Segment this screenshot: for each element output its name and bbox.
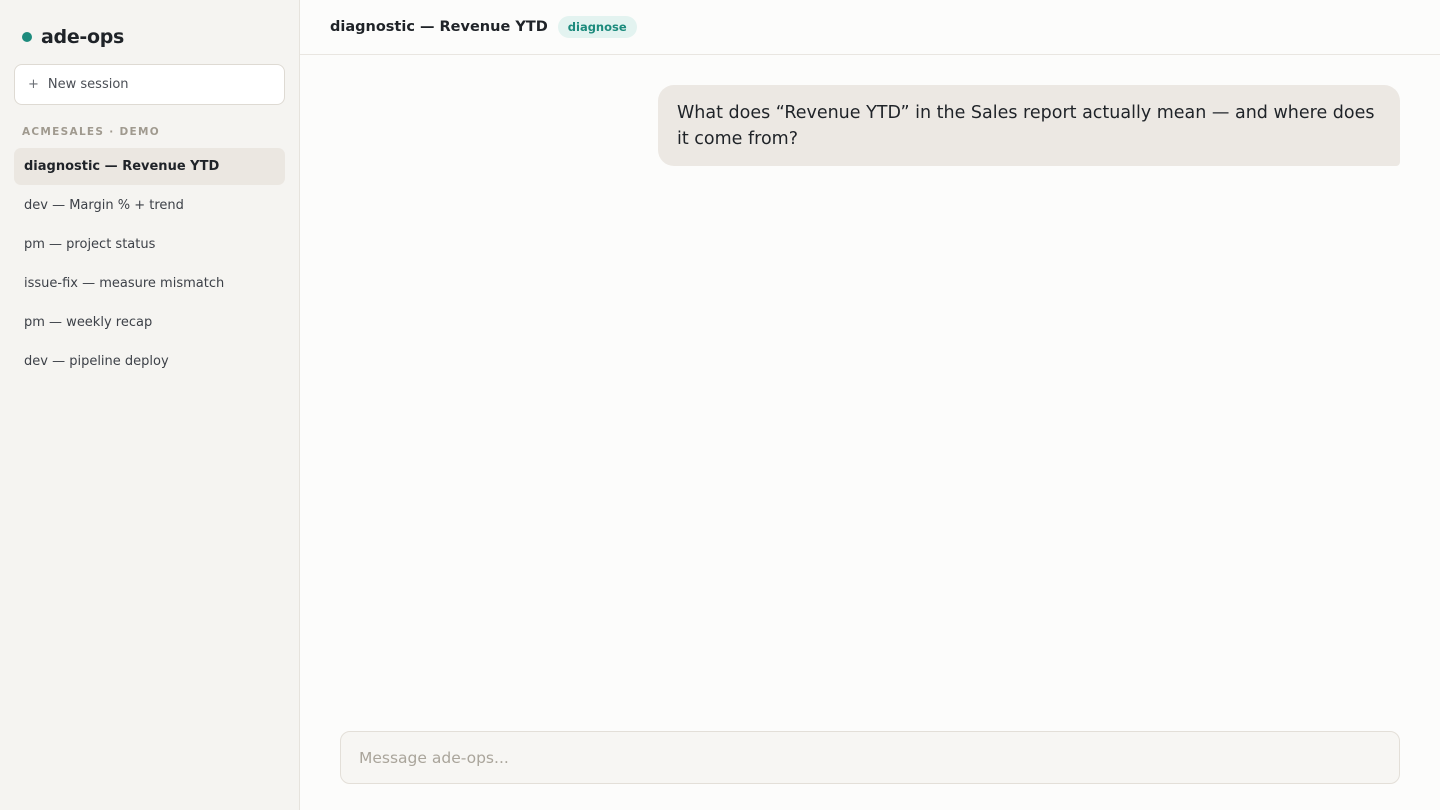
user-message: What does “Revenue YTD” in the Sales rep… xyxy=(658,85,1400,166)
sidebar: ade-ops + New session ACMESALES · DEMO d… xyxy=(0,0,300,810)
chat-header: diagnostic — Revenue YTD diagnose xyxy=(300,0,1440,55)
new-session-button[interactable]: + New session xyxy=(14,64,285,105)
session-item-issue-fix-measure-mismatch[interactable]: issue-fix — measure mismatch xyxy=(14,265,285,302)
brand: ade-ops xyxy=(22,26,124,48)
message-input[interactable] xyxy=(341,732,1399,783)
session-title: diagnostic — Revenue YTD xyxy=(330,19,548,35)
new-session-label: New session xyxy=(47,77,129,92)
app-name: ade-ops xyxy=(41,26,125,48)
plus-icon: + xyxy=(28,77,39,92)
composer xyxy=(340,731,1400,784)
session-item-pm-project-status[interactable]: pm — project status xyxy=(14,226,285,263)
status-dot-icon xyxy=(22,32,32,42)
session-item-pm-weekly-recap[interactable]: pm — weekly recap xyxy=(14,304,285,341)
workspace-label: ACMESALES · DEMO xyxy=(22,126,160,138)
session-item-dev-pipeline-deploy[interactable]: dev — pipeline deploy xyxy=(14,343,285,380)
session-list: diagnostic — Revenue YTD dev — Margin % … xyxy=(14,148,285,382)
session-item-dev-margin-trend[interactable]: dev — Margin % + trend xyxy=(14,187,285,224)
mode-badge: diagnose xyxy=(557,16,637,38)
session-item-diagnostic-revenue-ytd[interactable]: diagnostic — Revenue YTD xyxy=(14,148,285,185)
